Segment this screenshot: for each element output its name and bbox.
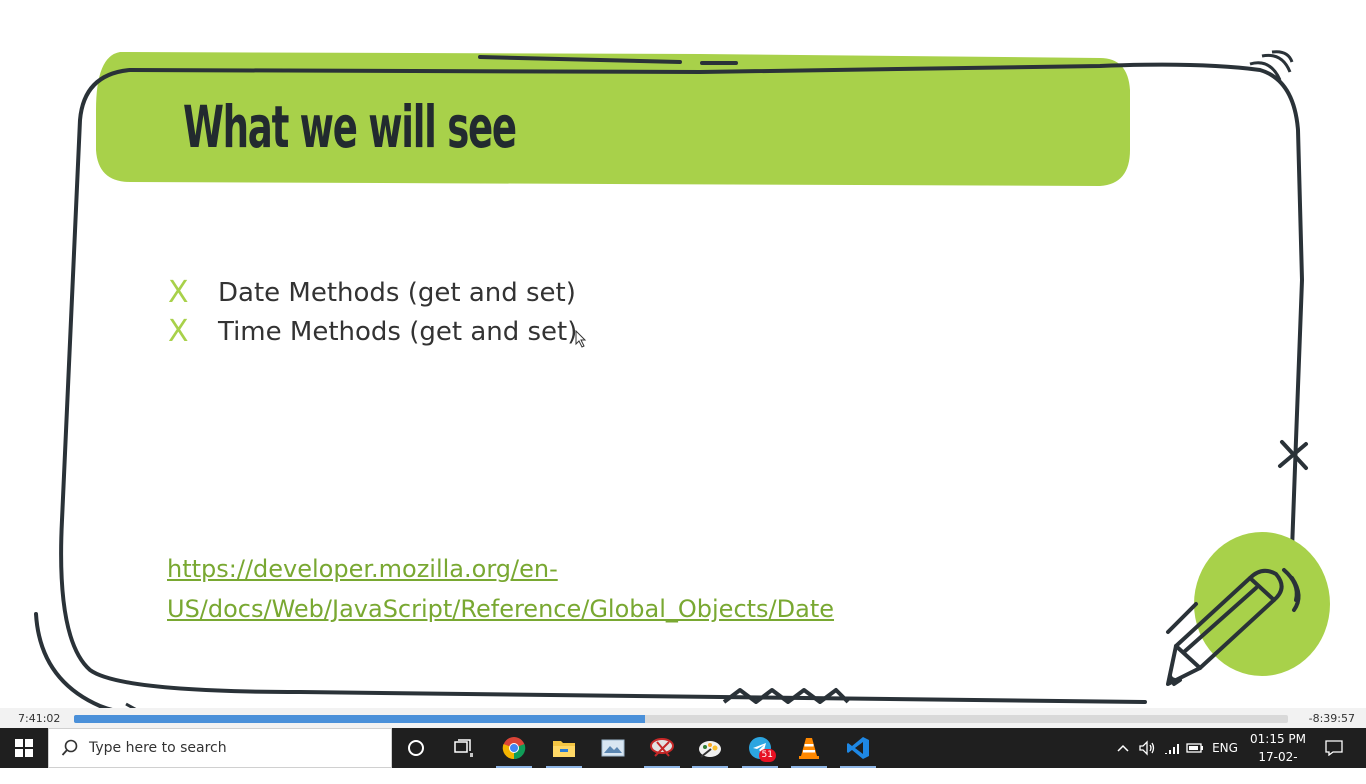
- speaker-icon: [1139, 740, 1155, 756]
- cortana-button[interactable]: [392, 728, 440, 768]
- vscode-button[interactable]: [834, 728, 882, 768]
- file-explorer-button[interactable]: [540, 728, 588, 768]
- taskbar-clock[interactable]: 01:15 PM 17-02-2021: [1246, 730, 1310, 784]
- bullet-item: X Date Methods (get and set): [168, 273, 576, 313]
- x-mark-decoration: [1278, 440, 1308, 470]
- chrome-icon: [502, 737, 526, 760]
- search-placeholder: Type here to search: [89, 740, 227, 756]
- clock-date: 17-02-2021: [1258, 750, 1298, 782]
- notification-icon: [1325, 740, 1343, 756]
- paint-icon: [699, 741, 721, 758]
- reference-link[interactable]: https://developer.mozilla.org/en- US/doc…: [167, 549, 834, 629]
- vlc-button[interactable]: [785, 728, 833, 768]
- mouse-cursor-icon: [575, 330, 587, 348]
- chevron-up-icon: [1117, 744, 1129, 752]
- presentation-slide: What we will see X Date Methods (get and…: [0, 0, 1366, 708]
- start-button[interactable]: [0, 728, 48, 768]
- windows-taskbar: Type here to search 51 ENG 01:15 PM 17-0…: [0, 728, 1366, 782]
- bullet-text: Time Methods (get and set): [218, 317, 578, 347]
- remaining-time: -8:39:57: [1308, 712, 1355, 725]
- battery-icon: [1186, 743, 1203, 753]
- file-explorer-icon: [553, 741, 575, 757]
- snipping-icon: [650, 738, 674, 757]
- photos-button[interactable]: [589, 728, 637, 768]
- windows-logo-icon: [15, 739, 33, 757]
- paint-button[interactable]: [686, 728, 734, 768]
- clock-time: 01:15 PM: [1250, 732, 1306, 746]
- action-center-button[interactable]: [1318, 728, 1350, 768]
- vlc-icon: [799, 738, 819, 759]
- snipping-tool-button[interactable]: [638, 728, 686, 768]
- photos-icon: [601, 739, 625, 757]
- slide-title: What we will see: [183, 93, 517, 161]
- seek-progress: [74, 715, 645, 723]
- x-bullet-icon: X: [168, 275, 189, 310]
- notification-badge: 51: [758, 749, 776, 762]
- volume-button[interactable]: [1136, 728, 1158, 768]
- tray-expand-button[interactable]: [1112, 728, 1134, 768]
- cortana-icon: [408, 740, 424, 756]
- elapsed-time: 7:41:02: [18, 712, 61, 725]
- bullet-text: Date Methods (get and set): [218, 278, 576, 308]
- battery-button[interactable]: [1184, 728, 1206, 768]
- taskbar-search-box[interactable]: Type here to search: [48, 728, 392, 768]
- language-indicator: ENG: [1212, 741, 1238, 755]
- reference-link-line[interactable]: US/docs/Web/JavaScript/Reference/Global_…: [167, 589, 834, 629]
- telegram-button[interactable]: 51: [736, 728, 784, 768]
- x-bullet-icon: X: [168, 314, 189, 349]
- language-button[interactable]: ENG: [1208, 728, 1242, 768]
- seek-bar[interactable]: [74, 715, 1288, 723]
- reference-link-line[interactable]: https://developer.mozilla.org/en-: [167, 549, 834, 589]
- task-view-button[interactable]: [440, 728, 488, 768]
- task-view-icon: [454, 739, 473, 757]
- chrome-button[interactable]: [490, 728, 538, 768]
- vscode-icon: [847, 737, 869, 759]
- search-icon: [61, 739, 78, 756]
- bullet-item: X Time Methods (get and set): [168, 312, 577, 352]
- video-player-bar: 7:41:02 -8:39:57: [0, 708, 1366, 728]
- wifi-icon: [1165, 744, 1179, 754]
- network-button[interactable]: [1160, 728, 1184, 768]
